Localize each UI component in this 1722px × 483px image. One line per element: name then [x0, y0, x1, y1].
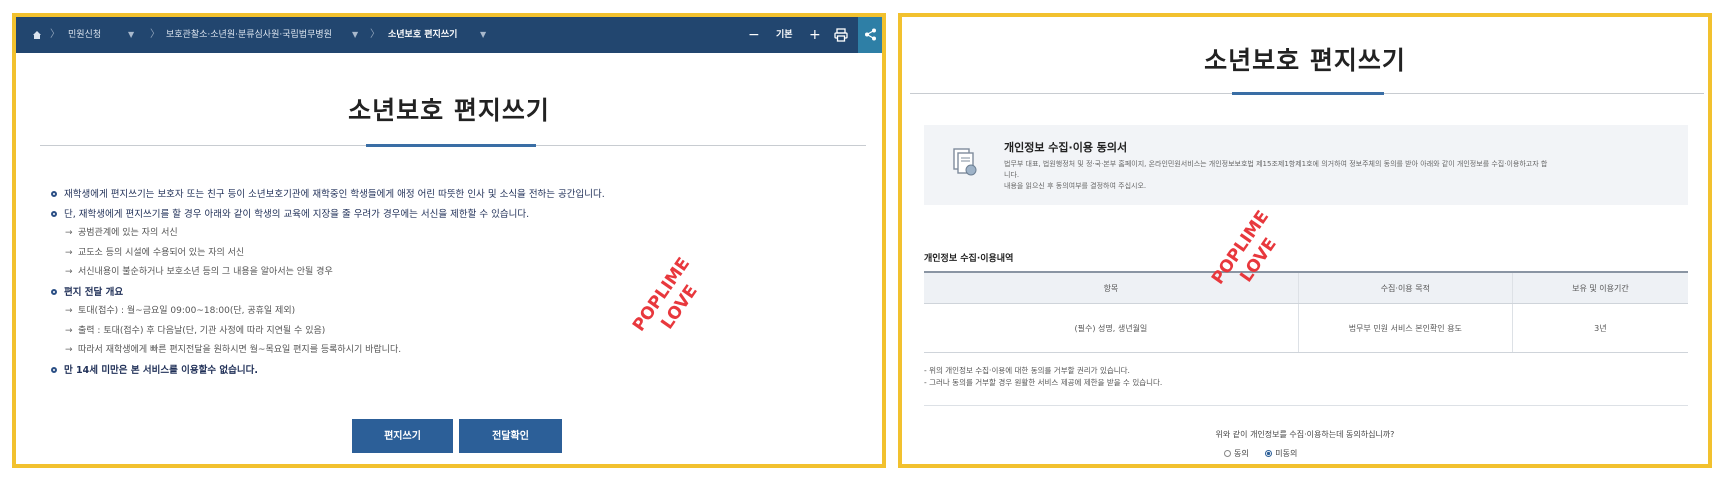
- arrow-icon: →: [65, 267, 73, 277]
- zoom-out-button[interactable]: −: [748, 17, 760, 53]
- page-title: 소년보호 편지쓰기: [348, 96, 550, 125]
- left-screenshot-panel: 〉 민원신청 ▼ 〉 보호관찰소·소년원·분류심사원·국립법무병원 ▼ 〉 소년…: [12, 13, 886, 468]
- consent-text: 법무부 대표, 법원행정처 및 정·국·본부 홈페이지, 온라인민원서비스는 개…: [1004, 160, 1548, 190]
- list-item: 편지 전달 개요: [50, 283, 850, 303]
- radio-checked-icon[interactable]: [1265, 450, 1273, 457]
- table-header: 수집·이용 목적: [1297, 271, 1513, 304]
- bullet-icon: [51, 366, 57, 373]
- consent-question: 위와 같이 개인정보를 수집·이용하는데 동의하십니까?: [1215, 430, 1395, 439]
- arrow-icon: →: [65, 306, 73, 316]
- table-row: (필수) 성명, 생년월일 법무부 민원 서비스 본인확인 용도 3년: [924, 303, 1688, 353]
- breadcrumb-item-2[interactable]: 보호관찰소·소년원·분류심사원·국립법무병원: [166, 17, 332, 53]
- consent-radio-group: 동의 미동의: [1224, 448, 1311, 459]
- breadcrumb-separator-icon: 〉: [150, 29, 160, 40]
- breadcrumb-item-current[interactable]: 소년보호 편지쓰기: [388, 17, 457, 53]
- title-accent-bar: [1232, 92, 1384, 95]
- write-letter-button[interactable]: 편지쓰기: [352, 419, 453, 453]
- list-subitem: → 서신내용이 불순하거나 보호소년 등의 그 내용을 알아서는 안될 경우: [50, 263, 850, 283]
- bullet-icon: [51, 210, 57, 217]
- home-icon[interactable]: [32, 17, 42, 53]
- right-screenshot-panel: 소년보호 편지쓰기 개인정보 수집·이용 동의서 법무부 대표, 법원행정처 및…: [898, 13, 1712, 468]
- title-accent-bar: [366, 144, 536, 147]
- zoom-in-button[interactable]: +: [809, 17, 821, 53]
- chevron-down-icon[interactable]: ▼: [480, 17, 486, 53]
- arrow-icon: →: [65, 325, 73, 336]
- arrow-icon: →: [65, 345, 73, 355]
- share-icon[interactable]: [858, 17, 882, 53]
- arrow-icon: →: [65, 228, 73, 238]
- breadcrumb-separator-icon: 〉: [370, 29, 380, 40]
- consent-notice-box: 개인정보 수집·이용 동의서 법무부 대표, 법원행정처 및 정·국·본부 홈페…: [924, 125, 1688, 205]
- zoom-level-label: 기본: [776, 30, 793, 40]
- breadcrumb-bar: 〉 민원신청 ▼ 〉 보호관찰소·소년원·분류심사원·국립법무병원 ▼ 〉 소년…: [16, 17, 882, 53]
- agree-radio[interactable]: 동의: [1224, 448, 1249, 459]
- document-icon: [952, 147, 978, 181]
- list-subitem: → 토대(접수) : 월~금요일 09:00~18:00(단, 공휴일 제외): [50, 302, 850, 322]
- section-title: 개인정보 수집·이용내역: [924, 254, 1014, 264]
- list-subitem: → 따라서 재학생에게 빠른 편지전달을 원하시면 월~목요일 편지를 등록하시기…: [50, 341, 850, 361]
- table-cell: 법무부 민원 서비스 본인확인 용도: [1297, 303, 1513, 353]
- delivery-check-button[interactable]: 전달확인: [459, 419, 562, 453]
- chevron-down-icon[interactable]: ▼: [128, 17, 134, 53]
- chevron-down-icon[interactable]: ▼: [352, 17, 358, 53]
- arrow-icon: →: [65, 247, 73, 258]
- list-subitem: → 교도소 등의 시설에 수용되어 있는 자의 서신: [50, 244, 850, 264]
- radio-unchecked-icon[interactable]: [1224, 450, 1231, 457]
- consent-heading: 개인정보 수집·이용 동의서: [1004, 141, 1128, 154]
- table-cell: (필수) 성명, 생년월일: [924, 303, 1299, 353]
- table-header: 보유 및 이용기간: [1511, 271, 1688, 304]
- breadcrumb-item-1[interactable]: 민원신청: [68, 17, 101, 53]
- list-item: 재학생에게 편지쓰기는 보호자 또는 친구 등이 소년보호기관에 재학중인 학생…: [50, 185, 850, 205]
- list-subitem: → 출력 : 토대(접수) 후 다음날(단, 기관 사정에 따라 지연될 수 있음…: [50, 322, 850, 342]
- collection-table: 항목 수집·이용 목적 보유 및 이용기간 (필수) 성명, 생년월일 법무부 …: [924, 271, 1688, 353]
- disagree-radio[interactable]: 미동의: [1265, 448, 1297, 459]
- page-title: 소년보호 편지쓰기: [1204, 46, 1406, 75]
- table-header-row: 항목 수집·이용 목적 보유 및 이용기간: [924, 271, 1688, 304]
- print-icon[interactable]: [834, 17, 848, 53]
- breadcrumb-separator-icon: 〉: [50, 29, 60, 40]
- table-cell: 3년: [1511, 303, 1688, 353]
- list-subitem: → 공범관계에 있는 자의 서신: [50, 224, 850, 244]
- info-list: 재학생에게 편지쓰기는 보호자 또는 친구 등이 소년보호기관에 재학중인 학생…: [50, 185, 850, 380]
- consent-notes: - 위의 개인정보 수집·이용에 대한 동의를 거부할 권리가 있습니다. - …: [924, 366, 1163, 387]
- divider: [924, 405, 1688, 406]
- list-item: 만 14세 미만은 본 서비스를 이용할수 없습니다.: [50, 361, 850, 381]
- bullet-icon: [51, 288, 57, 295]
- list-item: 단, 재학생에게 편지쓰기를 할 경우 아래와 같이 학생의 교육에 지장을 줄…: [50, 205, 850, 225]
- bullet-icon: [51, 191, 57, 197]
